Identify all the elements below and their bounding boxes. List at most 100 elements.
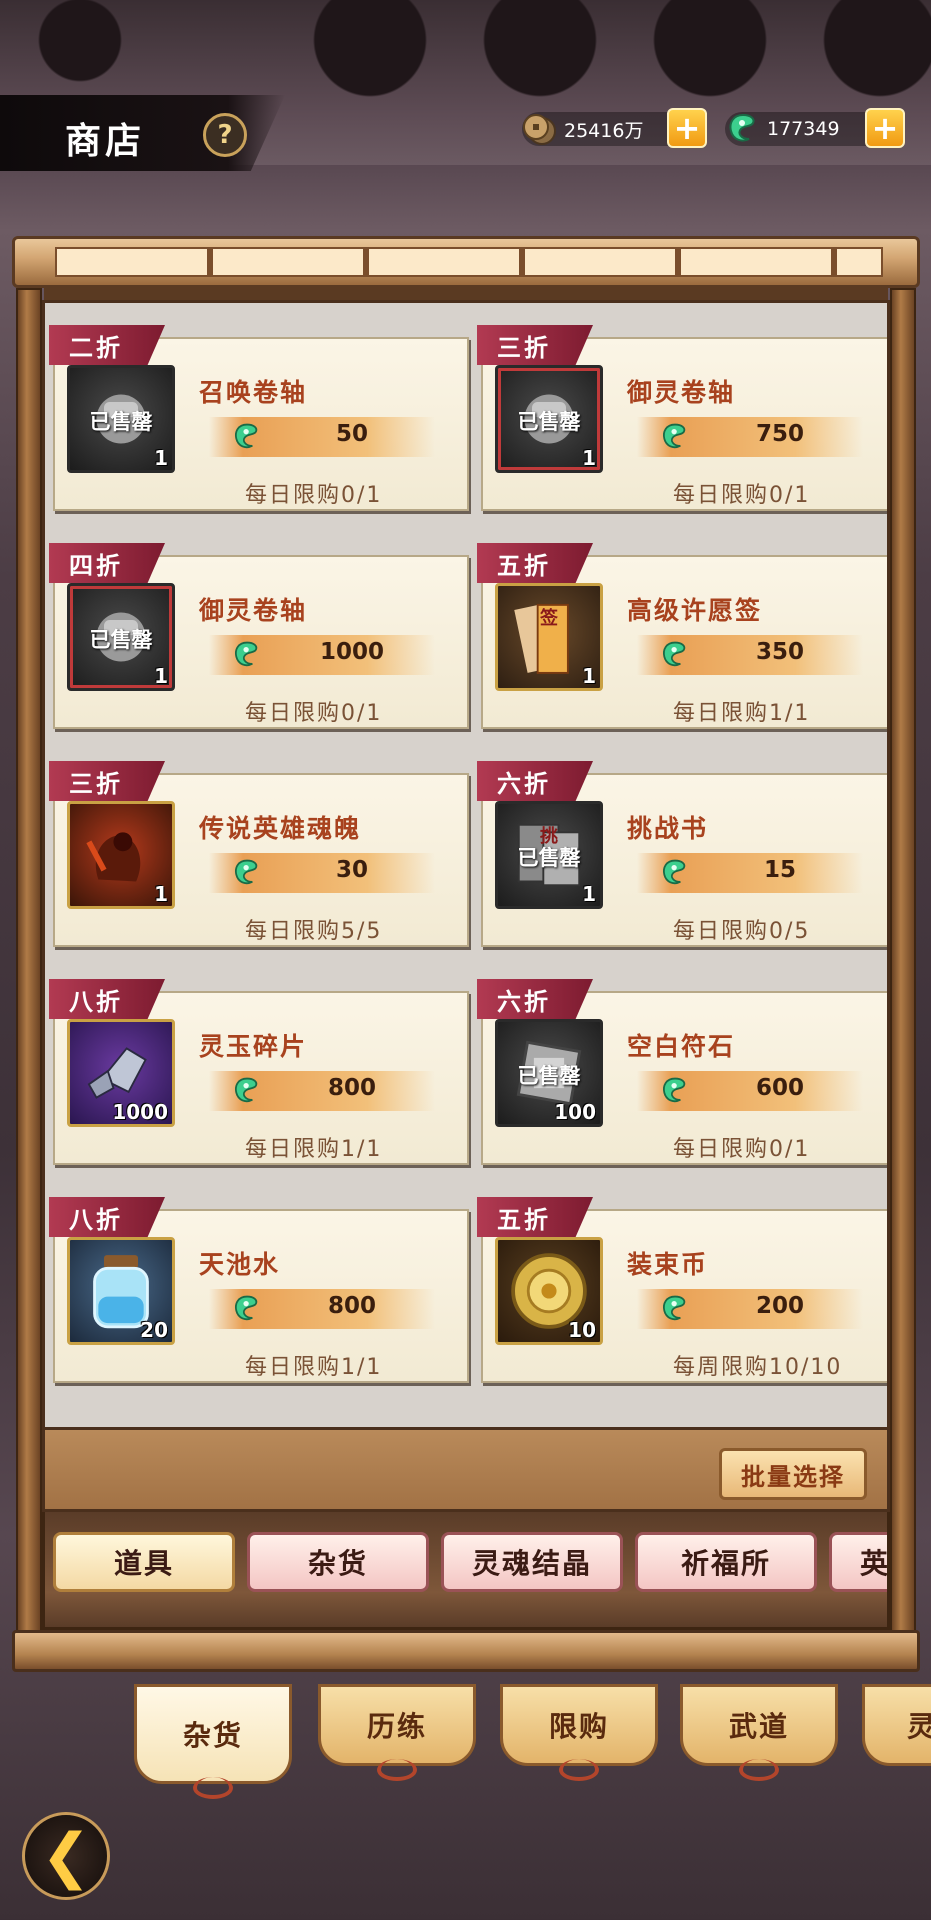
category-tabs: 道具 杂货 灵魂结晶 祈福所 英: [42, 1512, 890, 1630]
item-icon-box[interactable]: 10: [495, 1237, 603, 1345]
item-icon-box[interactable]: 1: [67, 801, 175, 909]
price-bar[interactable]: 600: [637, 1071, 863, 1111]
item-grid[interactable]: 二折 已售罄 1 召唤卷轴 50 每日限购0/1 三折 已售罄 1 御灵卷轴 750 每日限购0/1 四…: [42, 300, 890, 1430]
icon-glyph-label: 签: [540, 608, 558, 629]
purchase-limit: 每日限购0/5: [673, 919, 811, 944]
jade-icon: [663, 1077, 686, 1103]
item-quantity: 1: [154, 882, 168, 906]
price-bar[interactable]: 30: [209, 853, 435, 893]
shop-item-card[interactable]: 五折签 1 高级许愿签 350 每日限购1/1: [477, 543, 887, 733]
tab-category-0[interactable]: 道具: [53, 1532, 235, 1592]
sold-out-label: 已售罄: [89, 410, 153, 434]
add-jade-button[interactable]: +: [865, 108, 905, 148]
shop-item-card[interactable]: 八折 20 天池水 800 每日限购1/1: [49, 1197, 469, 1387]
purchase-limit: 每周限购10/10: [673, 1355, 843, 1380]
item-icon-box[interactable]: 已售罄 1: [495, 365, 603, 473]
tab-shop-label: 历练: [366, 1710, 427, 1743]
board-base: [12, 1630, 920, 1672]
sold-out-label: 已售罄: [89, 628, 153, 652]
item-price: 800: [327, 1293, 376, 1319]
item-quantity: 1: [582, 882, 596, 906]
tab-shop-0[interactable]: 杂货: [134, 1684, 292, 1799]
shop-item-card[interactable]: 六折挑已售罄 1 挑战书 15 每日限购0/5: [477, 761, 887, 951]
item-quantity: 1: [154, 664, 168, 688]
shop-item-card[interactable]: 四折 已售罄 1 御灵卷轴 1000 每日限购0/1: [49, 543, 469, 733]
price-bar[interactable]: 350: [637, 635, 863, 675]
price-bar[interactable]: 750: [637, 417, 863, 457]
tab-category-2[interactable]: 灵魂结晶: [441, 1532, 623, 1592]
back-button[interactable]: ❮: [22, 1812, 110, 1900]
right-post: [890, 288, 916, 1633]
shop-item-card[interactable]: 三折 已售罄 1 御灵卷轴 750 每日限购0/1: [477, 325, 887, 515]
discount-tag: 八折: [49, 979, 165, 1019]
price-bar[interactable]: 800: [209, 1289, 435, 1329]
item-icon-box[interactable]: 已售罄 1: [67, 365, 175, 473]
item-icon-box[interactable]: 签1: [495, 583, 603, 691]
item-name: 灵玉碎片: [199, 1032, 308, 1061]
discount-tag: 二折: [49, 325, 165, 365]
jade-icon: [729, 113, 755, 142]
item-icon-box[interactable]: 1000: [67, 1019, 175, 1127]
discount-tag: 三折: [477, 325, 593, 365]
item-quantity: 1: [582, 446, 596, 470]
item-quantity: 20: [140, 1318, 168, 1342]
tab-shop-1[interactable]: 历练: [318, 1684, 476, 1781]
discount-tag: 八折: [49, 1197, 165, 1237]
copper-coin-icon: [523, 114, 556, 145]
tab-shop-label: 武道: [728, 1710, 789, 1743]
discount-tag: 六折: [477, 761, 593, 801]
purchase-limit: 每日限购1/1: [245, 1137, 383, 1162]
sold-out-label: 已售罄: [517, 1064, 581, 1088]
discount-tag: 五折: [477, 543, 593, 583]
discount-tag: 六折: [477, 979, 593, 1019]
item-name: 装束币: [627, 1250, 709, 1279]
tab-category-4[interactable]: 英: [829, 1532, 887, 1592]
shop-item-card[interactable]: 五折 10 装束币 200 每周限购10/10: [477, 1197, 887, 1387]
item-icon-box[interactable]: 20: [67, 1237, 175, 1345]
shop-item-card[interactable]: 二折 已售罄 1 召唤卷轴 50 每日限购0/1: [49, 325, 469, 515]
purchase-limit: 每日限购0/1: [245, 701, 383, 726]
discount-tag: 四折: [49, 543, 165, 583]
purchase-limit: 每日限购0/1: [245, 483, 383, 508]
price-bar[interactable]: 800: [209, 1071, 435, 1111]
item-name: 召唤卷轴: [199, 378, 308, 407]
batch-select-button[interactable]: 批量选择: [719, 1448, 867, 1500]
page-title: 商店: [65, 121, 146, 162]
price-bar[interactable]: 1000: [209, 635, 435, 675]
jade-icon: [663, 641, 686, 667]
item-icon-box[interactable]: 已售罄 1: [67, 583, 175, 691]
jade-icon: [235, 1077, 258, 1103]
jade-icon: [663, 423, 686, 449]
tab-shop-4[interactable]: 灵: [862, 1684, 931, 1766]
item-name: 传说英雄魂魄: [199, 814, 362, 843]
item-price: 350: [755, 639, 804, 665]
tab-shop-2[interactable]: 限购: [500, 1684, 658, 1781]
item-icon-box[interactable]: 已售罄 100: [495, 1019, 603, 1127]
sold-out-label: 已售罄: [517, 846, 581, 870]
tab-shop-label: 杂货: [182, 1719, 243, 1752]
item-quantity: 1: [582, 664, 596, 688]
tab-category-1[interactable]: 杂货: [247, 1532, 429, 1592]
shop-item-card[interactable]: 三折 1 传说英雄魂魄 30 每日限购5/5: [49, 761, 469, 951]
item-quantity: 1: [154, 446, 168, 470]
tab-shop-label: 限购: [548, 1710, 609, 1743]
tab-shop-label: 灵: [907, 1710, 931, 1743]
price-bar[interactable]: 200: [637, 1289, 863, 1329]
purchase-limit: 每日限购5/5: [245, 919, 383, 944]
tab-shop-3[interactable]: 武道: [680, 1684, 838, 1781]
purchase-limit: 每日限购0/1: [673, 1137, 811, 1162]
shop-item-card[interactable]: 八折 1000 灵玉碎片 800 每日限购1/1: [49, 979, 469, 1169]
item-icon-box[interactable]: 挑已售罄 1: [495, 801, 603, 909]
add-copper-button[interactable]: +: [667, 108, 707, 148]
shop-item-card[interactable]: 六折 已售罄 100 空白符石 600 每日限购0/1: [477, 979, 887, 1169]
price-bar[interactable]: 50: [209, 417, 435, 457]
price-bar[interactable]: 15: [637, 853, 863, 893]
jade-icon: [235, 423, 258, 449]
item-name: 御灵卷轴: [627, 378, 736, 407]
jade-icon: [235, 1295, 258, 1321]
item-price: 600: [755, 1075, 804, 1101]
item-name: 挑战书: [627, 814, 709, 843]
tab-category-3[interactable]: 祈福所: [635, 1532, 817, 1592]
purchase-limit: 每日限购0/1: [673, 483, 811, 508]
help-button[interactable]: ?: [203, 113, 247, 157]
